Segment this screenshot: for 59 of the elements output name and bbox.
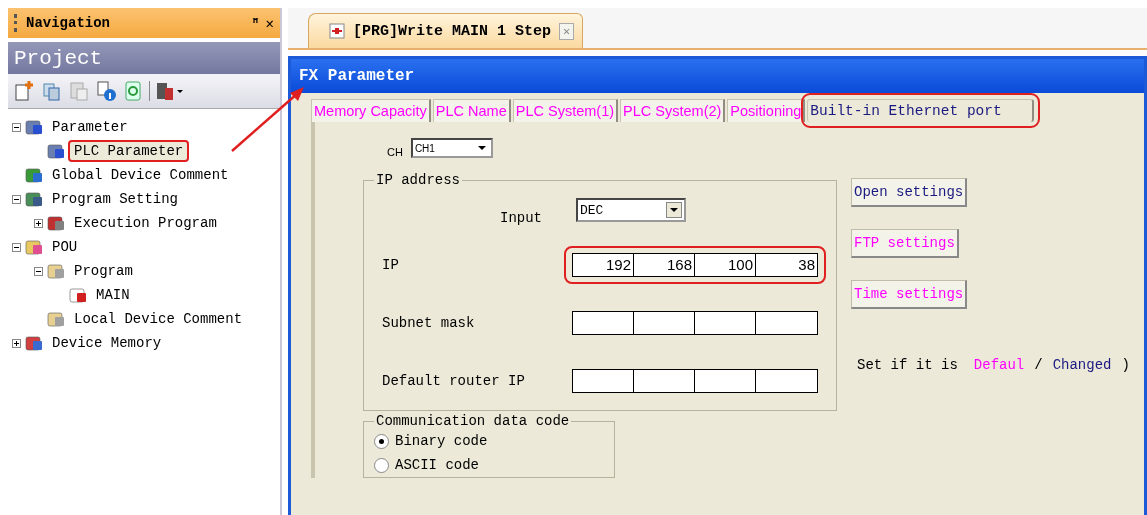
radio-button[interactable] (374, 457, 389, 473)
collapse-icon[interactable] (12, 194, 22, 204)
legend-text: Set if it is (857, 357, 958, 373)
group-title: IP address (375, 172, 461, 188)
document-tab[interactable]: [PRG]Write MAIN 1 Step ✕ (308, 13, 584, 48)
info-icon[interactable] (95, 80, 117, 102)
tab-title: [PRG]Write MAIN 1 Step (353, 22, 552, 40)
tree-item-icon (47, 262, 65, 280)
tree-item[interactable]: PLC Parameter (68, 140, 190, 162)
expand-icon[interactable] (34, 218, 44, 228)
refresh-icon[interactable] (122, 80, 144, 102)
legend-separator: / (1034, 357, 1043, 373)
paste-icon[interactable] (68, 80, 90, 102)
tree-item[interactable]: Parameter (46, 116, 134, 138)
tree-item[interactable]: Local Device Comment (68, 308, 249, 330)
tree-item-icon (47, 142, 65, 160)
dialog-title: FX Parameter (299, 67, 415, 85)
tree-item[interactable]: Device Memory (46, 332, 168, 354)
collapse-icon[interactable] (12, 122, 22, 132)
tree-item[interactable]: POU (46, 236, 84, 258)
tree-item-icon (25, 334, 43, 352)
tree-item[interactable]: MAIN (90, 284, 136, 306)
tree-item[interactable]: Program (68, 260, 139, 282)
radio-button[interactable] (374, 433, 389, 449)
project-title: Project (14, 46, 103, 70)
legend-changed: Changed (1052, 357, 1112, 373)
tree-item[interactable]: Global Device Comment (46, 164, 235, 186)
field-label: IP (381, 257, 400, 273)
collapse-icon[interactable] (34, 266, 44, 276)
field-label: Subnet mask (381, 315, 476, 331)
field-label: CH (387, 145, 403, 158)
pin-button[interactable]: ꟸ (251, 14, 260, 32)
expand-icon[interactable] (12, 338, 22, 348)
group-title: Communication data code (375, 413, 571, 429)
tree-item[interactable]: Execution Program (68, 212, 223, 234)
legend-default: Defaul (973, 357, 1025, 373)
tree-item-icon (47, 214, 65, 232)
tree-item-icon (25, 190, 43, 208)
tree-item-icon (69, 286, 87, 304)
option-label: ASCII code (395, 457, 479, 473)
program-icon (329, 23, 345, 39)
settings-button[interactable]: Open settings (851, 178, 968, 207)
channel-dropdown[interactable]: CH1 (410, 138, 493, 158)
tree-item[interactable]: Program Setting (46, 188, 185, 210)
panel-title: Navigation (26, 15, 111, 31)
close-button[interactable]: ✕ (265, 14, 274, 32)
new-document-icon[interactable] (14, 80, 36, 102)
tree-item-icon (25, 238, 43, 256)
field-label: Default router IP (381, 373, 526, 389)
device-dropdown-icon[interactable] (155, 80, 185, 102)
tree-item-icon (25, 166, 43, 184)
field-label: Input (500, 209, 542, 226)
tree-item-icon (25, 118, 43, 136)
tree-item-icon (47, 310, 65, 328)
legend-text: ) (1121, 357, 1130, 373)
collapse-icon[interactable] (12, 242, 22, 252)
input-format-dropdown[interactable]: DEC (576, 198, 686, 222)
option-label: Binary code (395, 433, 488, 449)
copy-icon[interactable] (41, 80, 63, 102)
